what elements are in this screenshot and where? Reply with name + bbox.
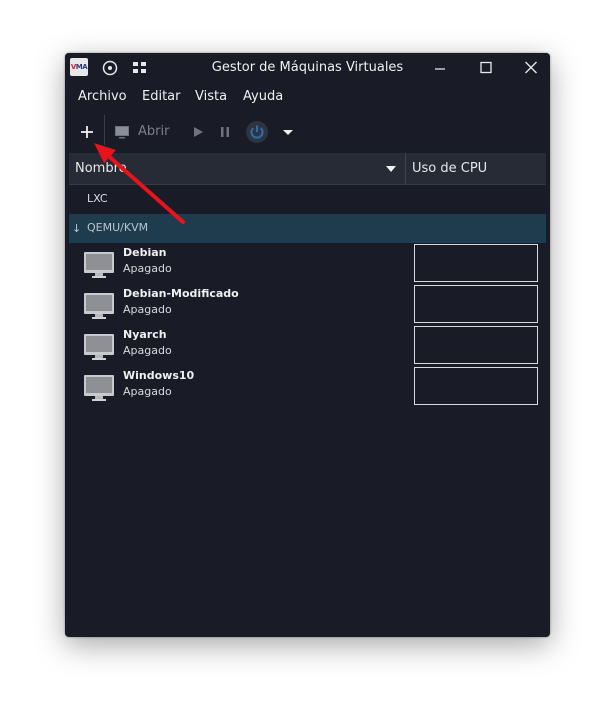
vm-name: Debian — [123, 246, 167, 259]
caret-down-icon[interactable] — [385, 164, 397, 174]
vm-row-nyarch[interactable]: Nyarch Apagado — [69, 325, 546, 366]
open-button-label[interactable]: Abrir — [138, 124, 169, 139]
virt-manager-window: VMA Gestor de Máquinas Virtuales Archivo… — [65, 53, 550, 637]
connection-qemu-label: QEMU/KVM — [87, 221, 149, 234]
cpu-usage-graph — [414, 326, 538, 364]
power-icon[interactable] — [245, 120, 269, 144]
vm-status: Apagado — [123, 385, 172, 398]
vm-monitor-icon — [84, 252, 114, 278]
close-icon[interactable] — [522, 59, 540, 77]
chevron-down-icon[interactable] — [281, 125, 295, 139]
menu-archivo[interactable]: Archivo — [78, 89, 127, 104]
vm-name: Nyarch — [123, 328, 167, 341]
menu-ayuda[interactable]: Ayuda — [243, 89, 283, 104]
cpu-usage-graph — [414, 244, 538, 282]
vm-row-debian-modificado[interactable]: Debian-Modificado Apagado — [69, 284, 546, 325]
menu-bar — [65, 83, 550, 111]
column-divider — [405, 153, 406, 184]
maximize-icon[interactable] — [477, 59, 495, 77]
vm-row-debian[interactable]: Debian Apagado — [69, 243, 546, 284]
monitor-icon — [115, 126, 129, 139]
connection-lxc[interactable]: LXC — [87, 192, 108, 205]
vm-monitor-icon — [84, 334, 114, 360]
vm-name: Windows10 — [123, 369, 195, 382]
vm-status: Apagado — [123, 344, 172, 357]
vm-monitor-icon — [84, 375, 114, 401]
plus-icon[interactable] — [78, 123, 96, 141]
vm-row-windows10[interactable]: Windows10 Apagado — [69, 366, 546, 407]
menu-vista[interactable]: Vista — [195, 89, 227, 104]
vm-status: Apagado — [123, 262, 172, 275]
menu-editar[interactable]: Editar — [142, 89, 181, 104]
cpu-usage-graph — [414, 367, 538, 405]
cpu-usage-graph — [414, 285, 538, 323]
minimize-icon[interactable] — [431, 59, 449, 77]
vm-monitor-icon — [84, 293, 114, 319]
toolbar-separator — [104, 115, 105, 145]
column-header-cpu[interactable]: Uso de CPU — [412, 161, 487, 176]
vm-name: Debian-Modificado — [123, 287, 239, 300]
column-header-nombre[interactable]: Nombre — [75, 161, 127, 176]
pause-icon[interactable] — [216, 123, 234, 141]
vm-status: Apagado — [123, 303, 172, 316]
collapse-arrow-icon[interactable]: ↓ — [72, 222, 81, 235]
play-icon[interactable] — [189, 123, 207, 141]
